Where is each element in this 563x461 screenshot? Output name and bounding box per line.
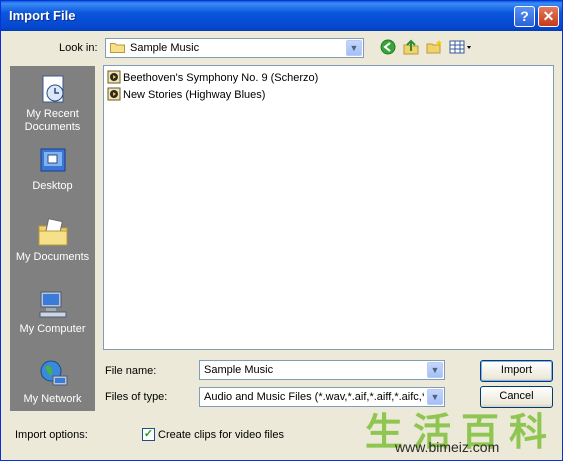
files-of-type-label: Files of type:	[105, 391, 168, 403]
file-name: Beethoven's Symphony No. 9 (Scherzo)	[123, 72, 319, 84]
new-folder-icon[interactable]	[425, 39, 443, 57]
list-item[interactable]: New Stories (Highway Blues)	[107, 87, 265, 103]
places-bar: My Recent Documents Desktop My Documents	[10, 66, 95, 411]
look-in-dropdown[interactable]: Sample Music ▼	[105, 38, 364, 58]
help-button[interactable]: ?	[514, 6, 535, 27]
watermark-url: www.bimeiz.com	[395, 439, 500, 455]
look-in-value: Sample Music	[130, 42, 200, 54]
place-label: My Documents	[15, 251, 90, 263]
file-name-value: Sample Music	[204, 364, 274, 376]
chevron-down-icon[interactable]: ▼	[427, 362, 443, 378]
my-documents-icon	[38, 218, 67, 246]
place-desktop[interactable]: Desktop	[10, 145, 95, 193]
desktop-icon	[40, 148, 65, 172]
place-my-recent-documents[interactable]: My Recent Documents	[10, 73, 95, 134]
look-in-label: Look in:	[59, 42, 98, 54]
recent-documents-icon	[42, 75, 63, 103]
window-title: Import File	[9, 8, 76, 23]
my-computer-icon	[39, 291, 66, 318]
place-label: My Computer	[19, 323, 86, 335]
media-file-icon	[107, 70, 121, 84]
place-my-computer[interactable]: My Computer	[10, 288, 95, 336]
file-name-field[interactable]: Sample Music ▼	[199, 360, 445, 380]
back-icon[interactable]	[379, 39, 397, 57]
file-name-label: File name:	[105, 365, 157, 377]
import-button[interactable]: Import	[480, 360, 553, 382]
watermark: 生活百科 www.bimeiz.com	[361, 401, 561, 459]
place-label: My Recent Documents	[24, 108, 81, 133]
list-item[interactable]: Beethoven's Symphony No. 9 (Scherzo)	[107, 70, 318, 86]
create-clips-checkbox[interactable]: ✓	[142, 428, 155, 441]
place-my-documents[interactable]: My Documents	[10, 216, 95, 264]
create-clips-label[interactable]: Create clips for video files	[158, 429, 284, 441]
file-name: New Stories (Highway Blues)	[123, 89, 266, 101]
place-label: My Network	[23, 393, 82, 405]
up-folder-icon[interactable]	[402, 39, 420, 57]
place-label: Desktop	[32, 180, 73, 192]
file-list[interactable]: Beethoven's Symphony No. 9 (Scherzo) New…	[103, 65, 554, 350]
place-my-network[interactable]: My Network	[10, 358, 95, 406]
import-options-label: Import options:	[15, 429, 88, 441]
folder-icon	[110, 43, 125, 53]
chevron-down-icon[interactable]: ▼	[346, 40, 362, 56]
title-bar[interactable]: Import File ? ✕	[1, 1, 562, 31]
view-menu-icon[interactable]	[449, 39, 473, 57]
close-button[interactable]: ✕	[538, 6, 559, 27]
media-file-icon	[107, 87, 121, 101]
import-file-dialog: Import File ? ✕ Look in: Sample Music ▼ …	[0, 0, 563, 461]
my-network-icon	[40, 360, 67, 386]
